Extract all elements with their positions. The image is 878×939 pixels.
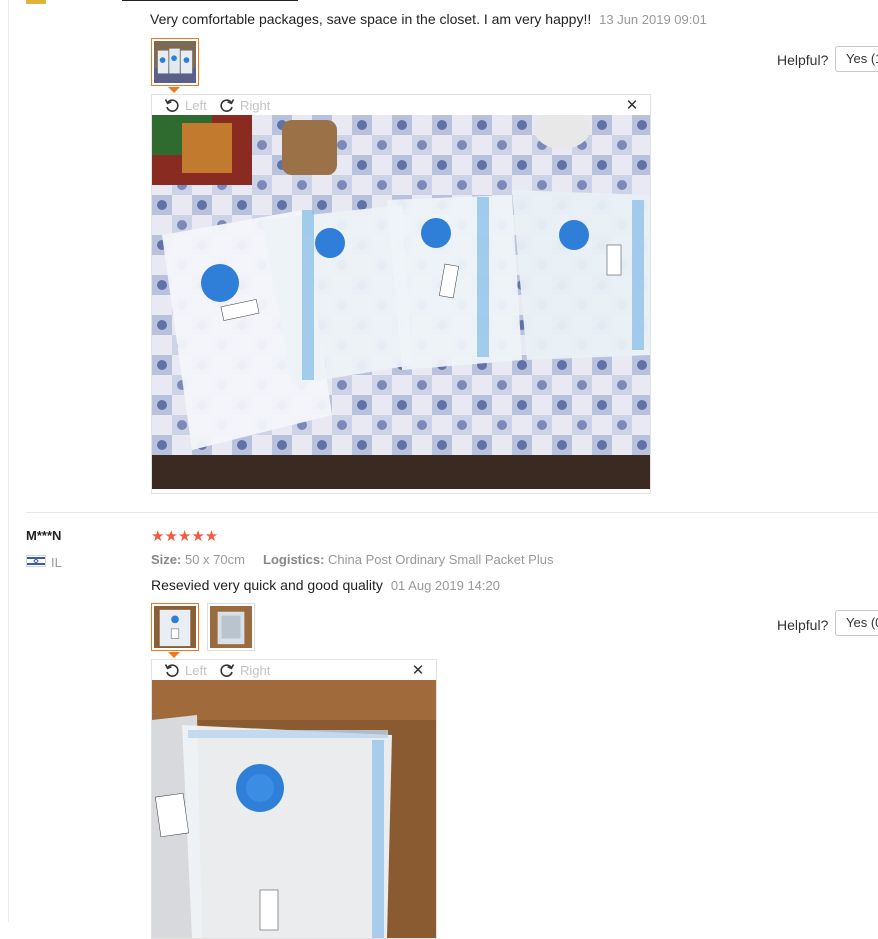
rotate-left-button[interactable]: Left — [164, 95, 207, 115]
helpful-yes-button[interactable]: Yes (1 — [835, 46, 878, 72]
size-value: 50 x 70cm — [184, 552, 245, 567]
review-photo — [152, 680, 436, 938]
review-text: Very comfortable packages, save space in… — [150, 11, 592, 27]
rotate-left-label: Left — [185, 662, 207, 678]
cut-off-underline — [122, 0, 298, 1]
rotate-right-label: Right — [240, 97, 271, 113]
image-viewer: Left Right ✕ — [151, 659, 437, 939]
thumbnail-pointer — [168, 87, 180, 93]
thumbnail-image — [154, 606, 196, 648]
logistics-label: Logistics: — [263, 552, 325, 567]
close-icon[interactable]: ✕ — [411, 660, 425, 680]
rotate-right-label: Right — [240, 662, 271, 678]
rotate-right-icon — [220, 99, 235, 112]
rotate-left-label: Left — [185, 97, 207, 113]
rotate-left-icon — [164, 664, 179, 677]
vacuum-bags-photo — [152, 115, 650, 489]
review-content: Very comfortable packages, save space in… — [150, 11, 707, 27]
rotate-left-button[interactable]: Left — [164, 660, 207, 680]
rotate-right-button[interactable]: Right — [219, 95, 270, 115]
review-thumbnail-2[interactable] — [207, 603, 255, 651]
image-viewer-toolbar: Left Right ✕ — [152, 660, 436, 680]
review-text: Resevied very quick and good quality — [151, 577, 383, 593]
image-viewer: Left Right ✕ — [151, 94, 651, 494]
star-rating: ★★★★★ — [151, 529, 218, 544]
rotate-right-button[interactable]: Right — [219, 660, 270, 680]
review-thumbnail-1[interactable] — [151, 603, 199, 651]
thumbnail-image — [210, 606, 252, 648]
review-meta: Size: 50 x 70cm Logistics: China Post Or… — [151, 552, 553, 567]
reviewer-name: M***N — [26, 528, 62, 543]
rotate-right-icon — [220, 664, 235, 677]
review-thumbnail[interactable] — [151, 38, 199, 86]
page-left-border — [0, 0, 9, 922]
image-viewer-toolbar: Left Right ✕ — [152, 95, 650, 115]
helpful-label: Helpful? — [777, 52, 829, 68]
helpful-label: Helpful? — [777, 617, 829, 633]
close-icon[interactable]: ✕ — [625, 95, 639, 115]
size-label: Size: — [151, 552, 182, 567]
vacuum-bag-photo — [152, 680, 436, 938]
review-content: Resevied very quick and good quality 01 … — [151, 577, 500, 593]
review-date: 01 Aug 2019 14:20 — [390, 578, 500, 593]
country-flag-icon — [26, 0, 46, 4]
thumbnail-pointer — [168, 652, 180, 658]
review-date: 13 Jun 2019 09:01 — [599, 12, 707, 27]
israel-flag-icon — [26, 555, 46, 567]
helpful-yes-button[interactable]: Yes (0 — [835, 610, 878, 636]
star-icons: ★★★★★ — [151, 528, 219, 545]
review-photo — [152, 115, 650, 489]
logistics-value: China Post Ordinary Small Packet Plus — [328, 552, 554, 567]
reviewer-country: IL — [51, 555, 62, 570]
review-divider — [26, 512, 878, 513]
thumbnail-image — [154, 41, 196, 83]
rotate-left-icon — [164, 99, 179, 112]
